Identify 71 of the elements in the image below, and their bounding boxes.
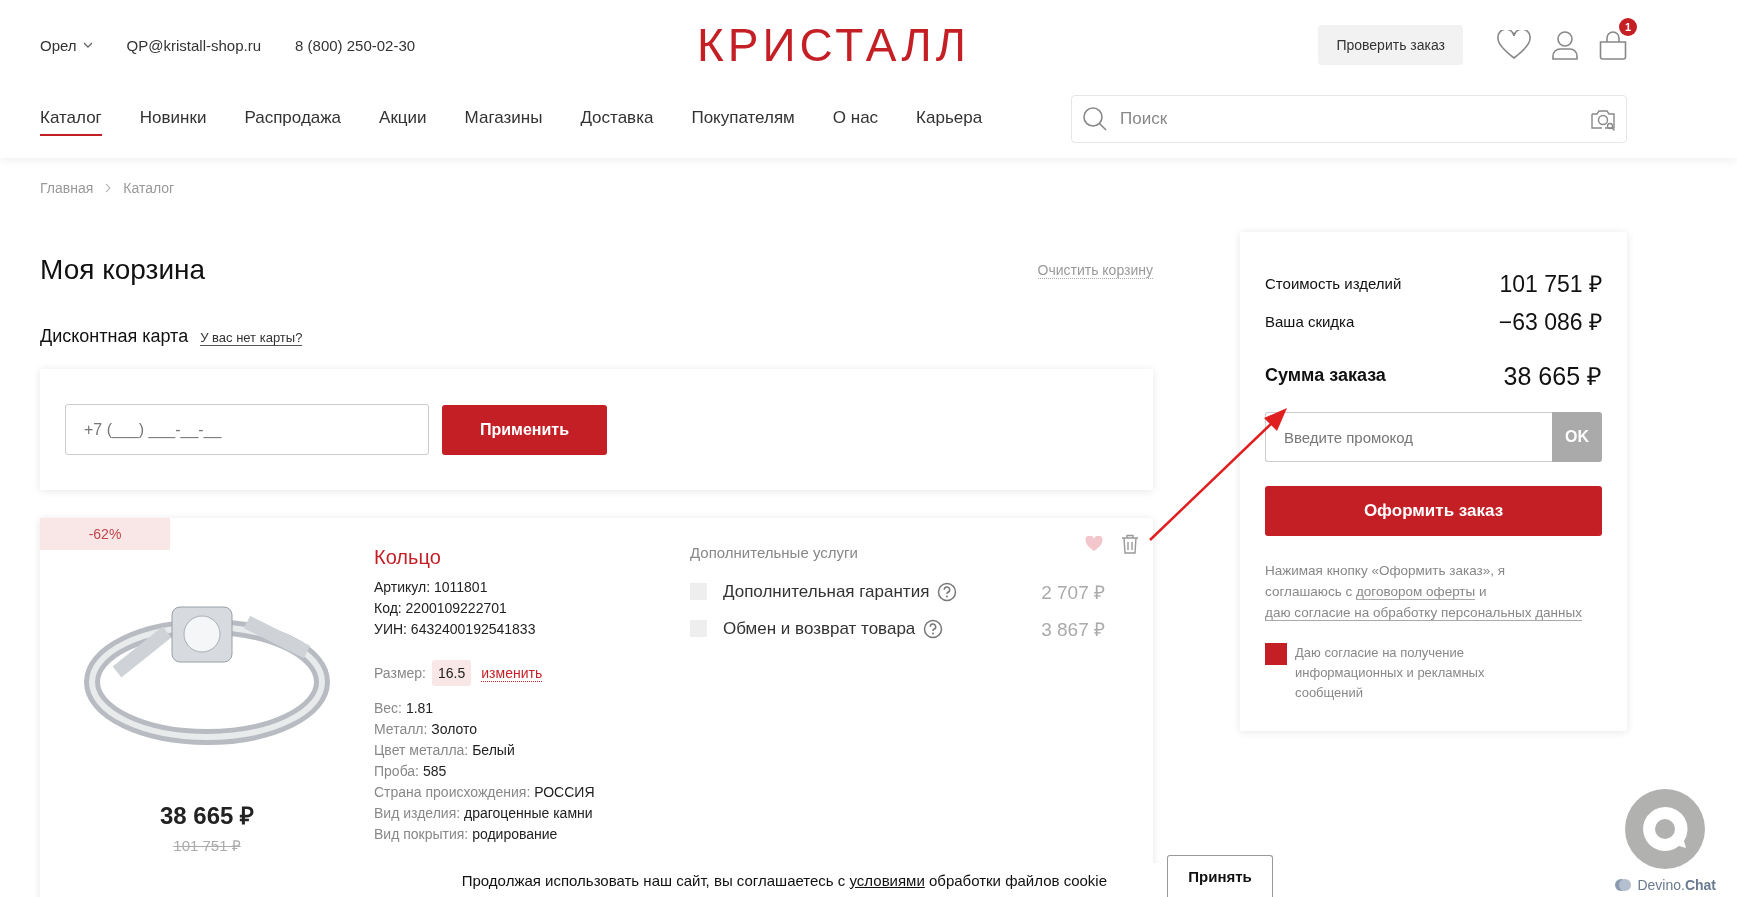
chevron-down-icon bbox=[82, 42, 93, 48]
services-heading: Дополнительные услуги bbox=[690, 544, 859, 561]
phone-link[interactable]: 8 (800) 250-02-30 bbox=[295, 36, 416, 54]
spec-line: Металл: Золото bbox=[374, 720, 479, 739]
product-name-link[interactable]: Кольцо bbox=[374, 546, 441, 568]
size-value: 16.5 bbox=[432, 660, 472, 686]
product-price: 38 665 ₽ bbox=[159, 801, 255, 831]
apply-button[interactable]: Применить bbox=[442, 404, 607, 455]
help-icon[interactable] bbox=[923, 618, 944, 639]
size-label: Размер: bbox=[374, 665, 426, 681]
page-title: Моя корзина bbox=[40, 254, 206, 286]
summary-value: 101 751 ₽ bbox=[1499, 270, 1602, 299]
old-price: 101 751 ₽ bbox=[173, 836, 241, 855]
trash-icon[interactable] bbox=[1121, 534, 1139, 554]
summary-label: Сумма заказа bbox=[1265, 364, 1386, 386]
checkbox[interactable] bbox=[1265, 643, 1287, 665]
section-label: Дисконтная карта bbox=[40, 326, 189, 347]
summary-label: Стоимость изделий bbox=[1265, 274, 1402, 292]
check-order-button[interactable]: Проверить заказ bbox=[1318, 25, 1463, 65]
nav-link[interactable]: Магазины bbox=[464, 102, 543, 136]
accept-button[interactable]: Принять bbox=[1167, 855, 1273, 897]
chevron-right-icon bbox=[105, 183, 112, 193]
summary-value: 38 665 ₽ bbox=[1503, 361, 1602, 392]
cookie-terms-link[interactable]: условиями bbox=[849, 871, 925, 889]
service-label: Дополнительная гарантия bbox=[723, 581, 930, 602]
consent-label: Даю согласие на получение информационных и рекламных сообщений bbox=[1295, 644, 1486, 702]
shopping-bag-icon[interactable] bbox=[1599, 30, 1627, 60]
product-code: Артикул: 1011801 bbox=[374, 578, 489, 597]
nav-link[interactable]: Каталог bbox=[40, 102, 102, 136]
service-label: Обмен и возврат товара bbox=[723, 618, 916, 639]
phone-field[interactable]: +7 (___) ___-__-__ bbox=[65, 404, 429, 455]
brand-label: Devino.Chat bbox=[1637, 877, 1716, 893]
nav-link[interactable]: Карьера bbox=[916, 102, 983, 136]
service-price: 3 867 ₽ bbox=[1041, 617, 1105, 642]
spec-line: Цвет металла: Белый bbox=[374, 741, 516, 760]
nav-link[interactable]: Акции bbox=[379, 102, 427, 136]
summary-label: Ваша скидка bbox=[1265, 312, 1355, 330]
help-icon[interactable] bbox=[937, 581, 958, 602]
speech-bubbles-icon bbox=[1614, 878, 1633, 892]
spec-line: Страна происхождения: РОССИЯ bbox=[374, 783, 596, 802]
personal-data-link[interactable]: даю согласие на обработку персональных данных bbox=[1265, 605, 1582, 621]
user-icon[interactable] bbox=[1551, 30, 1579, 60]
spec-line: Вид изделия: драгоценные камни bbox=[374, 804, 594, 823]
logo[interactable]: КРИСТАЛЛ bbox=[697, 22, 970, 68]
heart-icon[interactable] bbox=[1497, 30, 1531, 60]
discount-badge: -62% bbox=[40, 518, 170, 550]
search-bar[interactable]: Поиск bbox=[1071, 95, 1627, 143]
service-price: 2 707 ₽ bbox=[1041, 580, 1105, 605]
spec-line: Проба: 585 bbox=[374, 762, 448, 781]
spec-line: Вес: 1.81 bbox=[374, 699, 435, 718]
cart-count-badge: 1 bbox=[1619, 18, 1637, 36]
summary-value: −63 086 ₽ bbox=[1498, 308, 1602, 337]
checkout-button[interactable]: Оформить заказ bbox=[1265, 486, 1602, 536]
nav-link[interactable]: Распродажа bbox=[244, 102, 342, 136]
nav-link[interactable]: Новинки bbox=[139, 102, 207, 136]
email-link[interactable]: QP@kristall-shop.ru bbox=[126, 36, 262, 54]
chat-bubble-icon[interactable] bbox=[1625, 789, 1706, 869]
spec-line: Вид покрытия: родирование bbox=[374, 825, 559, 844]
change-size-link[interactable]: изменить bbox=[481, 664, 543, 682]
search-icon bbox=[1082, 106, 1108, 132]
product-code: УИН: 6432400192541833 bbox=[374, 620, 537, 639]
nav-link[interactable]: О нас bbox=[832, 102, 879, 136]
camera-search-icon[interactable] bbox=[1590, 107, 1616, 131]
cookie-notice-text: Продолжая использовать наш сайт, вы соглашаетесь с условиями обработки файлов cookie bbox=[461, 871, 1107, 889]
product-code: Код: 2200109222701 bbox=[374, 599, 508, 618]
promo-code-field[interactable]: Введите промокод bbox=[1265, 412, 1552, 462]
nav-link[interactable]: Покупателям bbox=[691, 102, 795, 136]
city-selector[interactable]: Орел bbox=[40, 36, 93, 54]
offer-link[interactable]: договором оферты bbox=[1355, 584, 1476, 600]
no-card-link[interactable]: У вас нет карты? bbox=[200, 330, 303, 346]
nav-link[interactable]: Доставка bbox=[580, 102, 654, 136]
